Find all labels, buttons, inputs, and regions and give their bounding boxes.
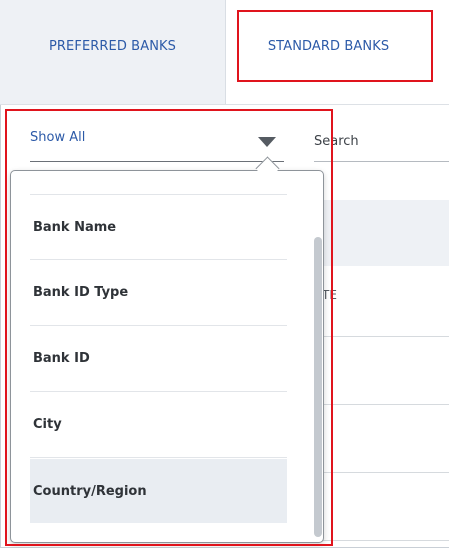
dropdown-option-city[interactable]: City: [30, 392, 287, 456]
dropdown-option-label: Bank Name: [33, 219, 117, 235]
dropdown-option-country-region[interactable]: Country/Region: [30, 459, 287, 523]
tab-preferred-banks[interactable]: PREFERRED BANKS: [0, 0, 226, 104]
filter-field-select[interactable]: Show All: [30, 118, 284, 162]
dropdown-option-label: Bank ID Type: [33, 284, 129, 300]
dropdown-scrollbar-thumb[interactable]: [314, 237, 322, 537]
dropdown-option-label: Bank ID: [33, 350, 90, 366]
triangle-down-icon[interactable]: [258, 137, 276, 147]
filter-underline: [30, 161, 284, 162]
dropdown-option[interactable]: [30, 171, 287, 194]
search-input[interactable]: [314, 118, 449, 162]
dropdown-option-label: City: [33, 416, 62, 432]
bank-selector-panel: PREFERRED BANKS STANDARD BANKS TE Show A…: [0, 0, 449, 548]
tab-standard-banks-label: STANDARD BANKS: [267, 38, 390, 54]
filter-selected-value: Show All: [30, 130, 86, 145]
search-underline: [314, 161, 449, 162]
table-column-header-partial: TE: [322, 288, 337, 302]
tab-divider: [0, 104, 449, 105]
option-separator: [30, 457, 287, 458]
dropdown-option-label: Country/Region: [33, 483, 147, 499]
tab-standard-banks[interactable]: STANDARD BANKS: [226, 0, 449, 104]
dropdown-option-bank-name[interactable]: Bank Name: [30, 195, 287, 259]
filter-dropdown-menu: Bank Name Bank ID Type Bank ID City Coun…: [10, 170, 324, 543]
tab-preferred-banks-label: PREFERRED BANKS: [48, 38, 176, 54]
dropdown-option-bank-id-type[interactable]: Bank ID Type: [30, 260, 287, 324]
dropdown-option-bank-id[interactable]: Bank ID: [30, 326, 287, 390]
